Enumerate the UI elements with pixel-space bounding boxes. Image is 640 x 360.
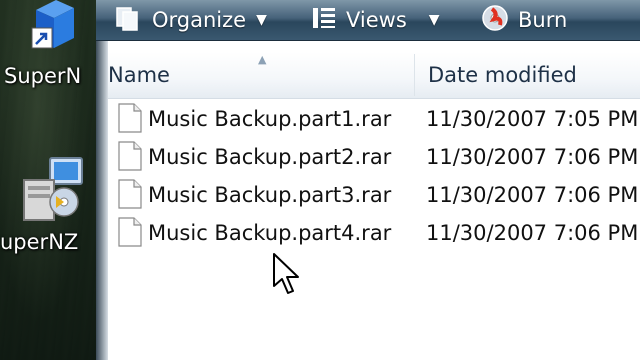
organize-label: Organize — [152, 8, 247, 32]
document-file-icon — [118, 141, 142, 171]
organize-icon — [114, 4, 144, 37]
column-header-row: ▲ Name Date modified — [108, 52, 640, 99]
file-name: Music Backup.part3.rar — [148, 183, 392, 207]
file-date-modified: 11/30/2007 7:06 PM — [426, 221, 639, 245]
file-name: Music Backup.part2.rar — [148, 145, 392, 169]
desktop-icon-supern[interactable]: SuperN — [0, 0, 96, 110]
views-icon — [310, 4, 338, 37]
explorer-window: Organize ▼ Views ▼ Burn ▲ Name Date modi… — [96, 0, 640, 360]
chevron-down-icon: ▼ — [428, 12, 440, 28]
chevron-down-icon: ▼ — [256, 12, 267, 28]
burn-button[interactable]: Burn — [480, 0, 567, 40]
document-file-icon — [118, 103, 142, 133]
file-name: Music Backup.part4.rar — [148, 221, 392, 245]
file-date-modified: 11/30/2007 7:06 PM — [426, 183, 639, 207]
column-header-date-modified[interactable]: Date modified — [428, 52, 640, 98]
desktop-icon-label: uperNZ — [0, 230, 79, 254]
document-file-icon — [118, 179, 142, 209]
file-date-modified: 11/30/2007 7:05 PM — [426, 107, 639, 131]
document-file-icon — [118, 217, 142, 247]
desktop-icon-label: SuperN — [4, 64, 82, 88]
column-header-date-label: Date modified — [428, 63, 577, 87]
desktop-icon-supernz[interactable]: uperNZ — [0, 150, 96, 260]
organize-button[interactable]: Organize ▼ — [114, 0, 267, 40]
installer-monitor-icon — [20, 156, 84, 226]
command-bar: Organize ▼ Views ▼ Burn — [96, 0, 640, 41]
file-row[interactable]: Music Backup.part3.rar 11/30/2007 7:06 P… — [108, 176, 640, 214]
desktop-background: SuperN uperNZ — [0, 0, 96, 360]
file-row[interactable]: Music Backup.part1.rar 11/30/2007 7:05 P… — [108, 100, 640, 138]
file-row[interactable]: Music Backup.part2.rar 11/30/2007 7:06 P… — [108, 138, 640, 176]
column-header-name[interactable]: Name — [108, 52, 414, 98]
mouse-pointer-icon — [272, 252, 300, 300]
file-date-modified: 11/30/2007 7:06 PM — [426, 145, 639, 169]
file-row[interactable]: Music Backup.part4.rar 11/30/2007 7:06 P… — [108, 214, 640, 252]
burn-label: Burn — [518, 8, 568, 32]
column-divider[interactable] — [414, 54, 415, 96]
blue-cube-shortcut-icon — [28, 0, 78, 66]
views-label: Views — [346, 8, 407, 32]
views-button[interactable]: Views ▼ — [310, 0, 440, 40]
column-header-name-label: Name — [108, 63, 170, 87]
file-name: Music Backup.part1.rar — [148, 107, 392, 131]
burn-disc-icon — [480, 3, 510, 38]
